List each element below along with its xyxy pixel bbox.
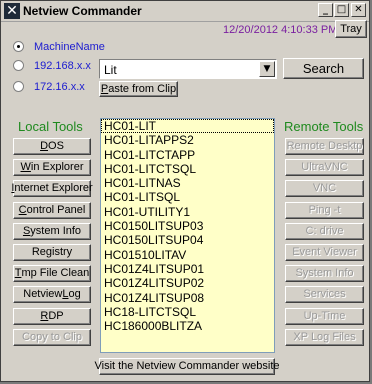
list-item[interactable]: HC01Z4LITSUP08 <box>101 291 274 305</box>
list-item[interactable]: HC01-LIT <box>101 119 274 134</box>
dropdown-arrow-icon[interactable]: ▼ <box>259 61 275 77</box>
remote-remote-desktp-button: Remote Desktp <box>285 138 364 155</box>
list-item[interactable]: HC01Z4LITSUP02 <box>101 276 274 290</box>
remote-tools-heading: Remote Tools <box>284 119 364 134</box>
list-item[interactable]: HC186000BLITZA <box>101 319 274 333</box>
filter-value: Lit <box>104 63 117 77</box>
list-item[interactable]: HC0150LITSUP03 <box>101 219 274 233</box>
list-item[interactable]: HC0150LITSUP04 <box>101 233 274 247</box>
list-item[interactable]: HC01-LITCTSQL <box>101 162 274 176</box>
radio-machinename[interactable] <box>13 41 24 52</box>
tray-button[interactable]: Tray <box>335 20 367 38</box>
local-netview-log-button[interactable]: Netview Log <box>13 286 91 304</box>
local-rdp-button[interactable]: R DP <box>13 307 91 325</box>
local-tools-heading: Local Tools <box>18 119 83 134</box>
restore-button[interactable]: □ <box>334 3 349 17</box>
minimize-button[interactable]: _ <box>318 3 333 17</box>
paste-from-clip-button[interactable]: Paste from Clip <box>99 81 178 97</box>
local-registry-button[interactable]: Registry <box>13 244 91 261</box>
filter-combobox[interactable]: Lit ▼ <box>99 59 277 79</box>
remote-system-info-button: System Info <box>285 265 364 283</box>
local-dos-button[interactable]: D OS <box>13 138 91 155</box>
title-bar[interactable]: ✕ Netview Commander _ □ ✕ <box>1 1 369 22</box>
list-item[interactable]: HC01-UTILITY1 <box>101 205 274 219</box>
app-x-icon[interactable]: ✕ <box>4 3 20 19</box>
remote-ping-t-button: Ping -t <box>285 201 364 219</box>
remote-vnc-button: VNC <box>285 180 364 198</box>
local-internet-explorer-button[interactable]: Internet Explorer <box>11 180 93 198</box>
search-button[interactable]: Search <box>283 58 364 79</box>
list-item[interactable]: HC01-LITAPPS2 <box>101 133 274 147</box>
radio-label[interactable]: 172.16.x.x <box>34 80 85 94</box>
remote-ultravnc-button: UltraVNC <box>285 159 364 177</box>
datetime-display: 12/20/2012 4:10:33 PM <box>223 24 338 36</box>
machine-list[interactable]: HC01-LIT HC01-LITAPPS2 HC01-LITCTAPP HC01-L… <box>100 118 275 353</box>
local-system-info-button[interactable]: System Info <box>13 222 91 240</box>
local-control-panel-button[interactable]: Control Panel <box>13 201 91 219</box>
radio-172-16-x-x[interactable] <box>13 81 24 92</box>
list-item[interactable]: HC18-LITCTSQL <box>101 305 274 319</box>
radio-192-168-x-x[interactable] <box>13 60 24 71</box>
window-title: Netview Commander <box>23 4 142 18</box>
list-item[interactable]: HC01-LITNAS <box>101 176 274 190</box>
radio-label[interactable]: 192.168.x.x <box>34 59 91 73</box>
local-win-explorer-button[interactable]: Win Explorer <box>13 159 91 177</box>
list-item[interactable]: HC01-LITSQL <box>101 190 274 204</box>
radio-label[interactable]: MachineName <box>34 40 105 54</box>
remote-services-button: Services <box>285 286 364 304</box>
netview-commander-window: ✕ Netview Commander _ □ ✕ 12/20/2012 4:1… <box>0 0 370 382</box>
remote-event-viewer-button: Event Viewer <box>285 244 364 261</box>
local-tmp-file-clean-button[interactable]: Tmp File Clean <box>13 265 91 283</box>
list-item[interactable]: HC01-LITCTAPP <box>101 148 274 162</box>
list-item[interactable]: HC01510LITAV <box>101 248 274 262</box>
remote-xp-log-files-button: XP Log Files <box>285 328 364 346</box>
list-item[interactable]: HC01Z4LITSUP01 <box>101 262 274 276</box>
local-copy-to-clip-button: Copy to Clip <box>13 328 91 346</box>
remote-up-time-button: Up-Time <box>285 307 364 325</box>
visit-website-button[interactable]: Visit the Netview Commander website <box>94 358 280 375</box>
close-button[interactable]: ✕ <box>351 3 366 17</box>
remote-c-drive-button: C: drive <box>285 222 364 240</box>
